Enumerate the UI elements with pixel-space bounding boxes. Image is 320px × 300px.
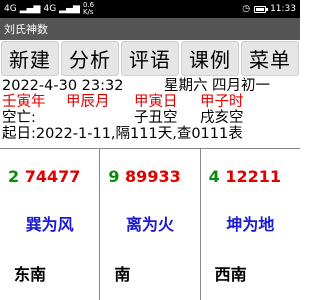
network-speed: 0.6 K/s [82,1,95,16]
menu-button[interactable]: 菜单 [241,41,299,76]
app-title: 刘氏神数 [4,23,48,36]
signal-icon: ▂▄▆ [19,4,41,14]
chart-info: 2022-4-30 23:32 星期六 四月初一 壬寅年 甲辰月 甲寅日 甲子时… [0,78,300,142]
app-title-bar: 刘氏神数 [0,18,300,40]
network-indicators: 4G ▂▄▆ 4G ▂▄▆ 0.6 K/s [4,2,94,16]
card-gua: 巽为风 [25,215,74,234]
weekday: 星期六 [164,78,208,94]
ganzhi-row: 壬寅年 甲辰月 甲寅日 甲子时 [0,94,300,110]
signal-4g-label: 4G [4,4,17,14]
signal-4g-label-2: 4G [43,4,57,14]
result-card[interactable]: 4 12211 坤为地 西南 [201,149,300,300]
kongwang-label: 空亡: [2,110,36,126]
ganzhi-year: 壬寅年 [2,94,46,110]
datetime: 2022-4-30 23:32 [2,78,124,94]
battery-icon [254,5,269,13]
result-grid: 2 74477 巽为风 东南 9 89933 离为火 南 4 12211 坤为地… [0,148,300,300]
start-row: 起日:2022-1-11,隔111天,查0111表 [0,126,300,142]
lunar-date: 四月初一 [212,78,270,94]
alarm-icon: ◷ [242,4,251,14]
ganzhi-month: 甲辰月 [66,94,110,110]
card-gua: 坤为地 [226,215,275,234]
examples-button[interactable]: 课例 [181,41,239,76]
new-button[interactable]: 新建 [1,41,59,76]
ganzhi-day: 甲寅日 [134,94,178,110]
card-direction: 东南 [14,265,47,284]
card-direction: 西南 [214,265,247,284]
signal-icon-2: ▂▄▆ [59,4,80,14]
comment-button[interactable]: 评语 [121,41,179,76]
card-direction: 南 [114,265,131,284]
result-card[interactable]: 2 74477 巽为风 东南 [0,149,101,300]
card-number: 2 74477 [8,167,81,186]
datetime-row: 2022-4-30 23:32 星期六 四月初一 [0,78,300,94]
analyze-button[interactable]: 分析 [61,41,119,76]
card-gua: 离为火 [125,215,174,234]
card-number: 9 89933 [108,167,181,186]
card-number: 4 12211 [208,167,282,186]
ganzhi-hour: 甲子时 [200,94,244,110]
clock: 11:33 [270,4,296,14]
kongwang-hour: 戌亥空 [200,110,244,126]
result-card[interactable]: 9 89933 离为火 南 [100,149,201,300]
toolbar: 新建 分析 评语 课例 菜单 [0,40,300,76]
start-info: 起日:2022-1-11,隔111天,查0111表 [2,126,243,142]
status-bar: 4G ▂▄▆ 4G ▂▄▆ 0.6 K/s ◷ 11:33 [0,0,300,18]
kongwang-day: 子丑空 [134,110,178,126]
kongwang-row: 空亡: 子丑空 戌亥空 [0,110,300,126]
